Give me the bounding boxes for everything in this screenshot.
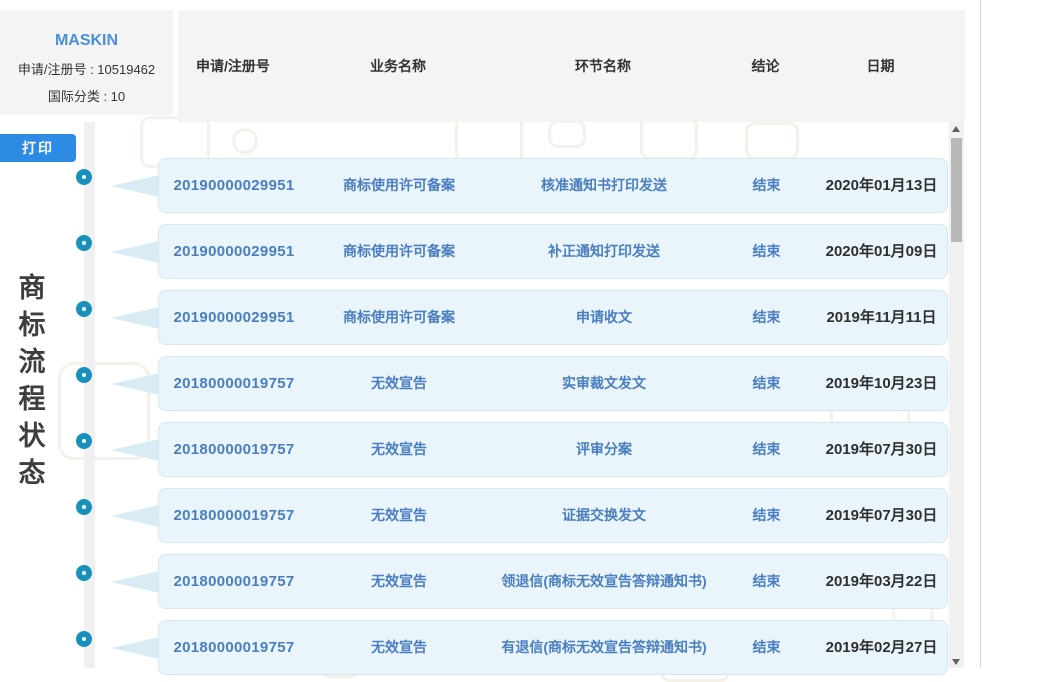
timeline-node-icon xyxy=(76,565,92,581)
cell-conclusion: 结束 xyxy=(719,638,814,656)
timeline-row: 20190000029951商标使用许可备案核准通知书打印发送结束2020年01… xyxy=(0,158,948,213)
timeline-node-icon xyxy=(76,235,92,251)
cell-stage-name: 证据交换发文 xyxy=(489,506,719,524)
bubble-tail-icon xyxy=(111,175,159,197)
cell-conclusion: 结束 xyxy=(719,440,814,458)
cell-conclusion: 结束 xyxy=(719,176,814,194)
cell-reg-no: 20190000029951 xyxy=(159,308,309,328)
cell-reg-no: 20180000019757 xyxy=(159,440,309,460)
timeline-row: 20180000019757无效宣告证据交换发文结束2019年07月30日 xyxy=(0,488,948,543)
cell-business-name: 无效宣告 xyxy=(309,374,489,392)
cell-conclusion: 结束 xyxy=(719,242,814,260)
cell-business-name: 无效宣告 xyxy=(309,572,489,590)
timeline-node-icon xyxy=(76,631,92,647)
timeline-row: 20180000019757无效宣告评审分案结束2019年07月30日 xyxy=(0,422,948,477)
cell-conclusion: 结束 xyxy=(719,572,814,590)
scrollbar-thumb[interactable] xyxy=(951,138,962,242)
timeline-node-icon xyxy=(76,301,92,317)
cell-business-name: 商标使用许可备案 xyxy=(309,242,489,260)
table-row[interactable]: 20180000019757无效宣告领退信(商标无效宣告答辩通知书)结束2019… xyxy=(158,554,948,609)
scrollbar-down-icon[interactable] xyxy=(949,654,964,668)
bubble-tail-icon xyxy=(111,505,159,527)
cell-date: 2019年07月30日 xyxy=(814,440,949,460)
page-title-char: 商 xyxy=(19,270,46,307)
cell-date: 2019年10月23日 xyxy=(814,374,949,394)
cell-conclusion: 结束 xyxy=(719,308,814,326)
cell-reg-no: 20180000019757 xyxy=(159,638,309,658)
page-title-char: 标 xyxy=(19,307,46,344)
cell-date: 2020年01月13日 xyxy=(814,176,949,196)
international-class-line: 国际分类 : 10 xyxy=(0,86,173,105)
bubble-tail-icon xyxy=(111,373,159,395)
table-row[interactable]: 20190000029951商标使用许可备案核准通知书打印发送结束2020年01… xyxy=(158,158,948,213)
cell-business-name: 商标使用许可备案 xyxy=(309,176,489,194)
table-row[interactable]: 20190000029951商标使用许可备案申请收文结束2019年11月11日 xyxy=(158,290,948,345)
cell-stage-name: 补正通知打印发送 xyxy=(489,242,719,260)
registration-number-line: 申请/注册号 : 10519462 xyxy=(0,59,173,78)
cell-reg-no: 20190000029951 xyxy=(159,242,309,262)
cell-date: 2020年01月09日 xyxy=(814,242,949,262)
cell-date: 2019年02月27日 xyxy=(814,638,949,658)
table-row[interactable]: 20190000029951商标使用许可备案补正通知打印发送结束2020年01月… xyxy=(158,224,948,279)
cell-stage-name: 评审分案 xyxy=(489,440,719,458)
scrollbar[interactable] xyxy=(949,122,964,668)
trademark-name: MASKIN xyxy=(0,32,173,50)
page-title-char: 程 xyxy=(19,381,46,418)
cell-business-name: 无效宣告 xyxy=(309,440,489,458)
cell-business-name: 商标使用许可备案 xyxy=(309,308,489,326)
page-title-char: 流 xyxy=(19,344,46,381)
table-row[interactable]: 20180000019757无效宣告实审裁文发文结束2019年10月23日 xyxy=(158,356,948,411)
timeline-node-icon xyxy=(76,169,92,185)
cell-reg-no: 20180000019757 xyxy=(159,374,309,394)
timeline-node-icon xyxy=(76,367,92,383)
cell-reg-no: 20190000029951 xyxy=(159,176,309,196)
cell-date: 2019年07月30日 xyxy=(814,506,949,526)
timeline-row: 20180000019757无效宣告实审裁文发文结束2019年10月23日 xyxy=(0,356,948,411)
timeline-row: 20190000029951商标使用许可备案申请收文结束2019年11月11日 xyxy=(0,290,948,345)
bubble-tail-icon xyxy=(111,307,159,329)
timeline-node-icon xyxy=(76,499,92,515)
cell-stage-name: 有退信(商标无效宣告答辩通知书) xyxy=(489,638,719,656)
timeline-row: 20180000019757无效宣告领退信(商标无效宣告答辩通知书)结束2019… xyxy=(0,554,948,609)
timeline-node-icon xyxy=(76,433,92,449)
timeline-row: 20190000029951商标使用许可备案补正通知打印发送结束2020年01月… xyxy=(0,224,948,279)
cell-business-name: 无效宣告 xyxy=(309,638,489,656)
cell-stage-name: 实审裁文发文 xyxy=(489,374,719,392)
cell-date: 2019年11月11日 xyxy=(814,308,949,328)
cell-reg-no: 20180000019757 xyxy=(159,506,309,526)
bubble-tail-icon xyxy=(111,637,159,659)
cell-conclusion: 结束 xyxy=(719,374,814,392)
page-title-char: 状 xyxy=(19,418,46,455)
timeline-row: 20180000019757无效宣告有退信(商标无效宣告答辩通知书)结束2019… xyxy=(0,620,948,675)
table-row[interactable]: 20180000019757无效宣告证据交换发文结束2019年07月30日 xyxy=(158,488,948,543)
bubble-tail-icon xyxy=(111,241,159,263)
bubble-tail-icon xyxy=(111,439,159,461)
cell-reg-no: 20180000019757 xyxy=(159,572,309,592)
page-title: 商 标 流 程 状 态 xyxy=(14,270,50,492)
cell-date: 2019年03月22日 xyxy=(814,572,949,592)
scrollbar-up-icon[interactable] xyxy=(949,122,964,136)
trademark-status-page: { "panel": { "brand": "MASKIN", "reg_lin… xyxy=(0,0,1041,668)
page-title-char: 态 xyxy=(19,455,46,492)
cell-stage-name: 领退信(商标无效宣告答辩通知书) xyxy=(489,572,719,590)
cell-stage-name: 申请收文 xyxy=(489,308,719,326)
print-button[interactable]: 打印 xyxy=(0,134,76,162)
cell-business-name: 无效宣告 xyxy=(309,506,489,524)
table-row[interactable]: 20180000019757无效宣告评审分案结束2019年07月30日 xyxy=(158,422,948,477)
table-row[interactable]: 20180000019757无效宣告有退信(商标无效宣告答辩通知书)结束2019… xyxy=(158,620,948,675)
bubble-tail-icon xyxy=(111,571,159,593)
cell-conclusion: 结束 xyxy=(719,506,814,524)
cell-stage-name: 核准通知书打印发送 xyxy=(489,176,719,194)
trademark-info-card: MASKIN 申请/注册号 : 10519462 国际分类 : 10 xyxy=(0,10,173,115)
